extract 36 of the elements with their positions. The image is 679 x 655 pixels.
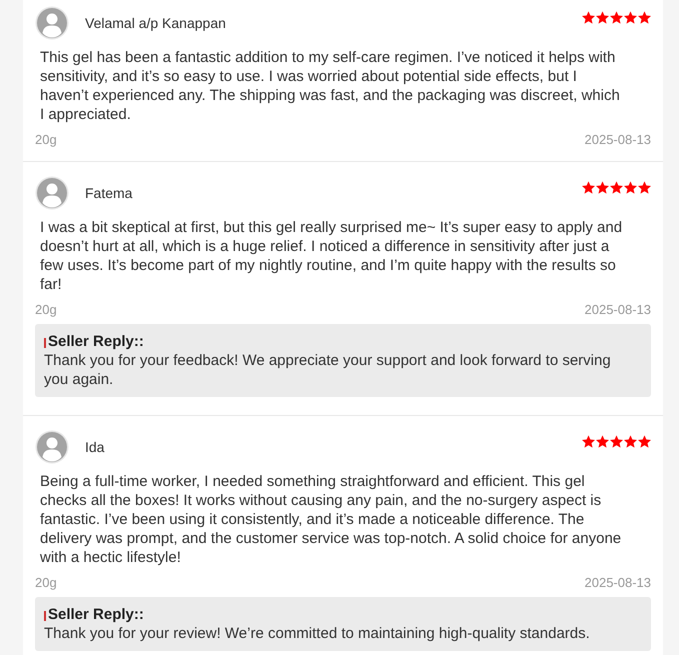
variant-label: 20g	[35, 574, 57, 592]
star-icon	[582, 181, 595, 194]
star-icon	[610, 11, 623, 24]
avatar-icon	[35, 176, 69, 210]
avatar-icon	[35, 430, 69, 464]
review-text: Being a full-time worker, I needed something straightforward and efficient. This gel checks all the boxes! It works without causing any pain, and the no-surgery aspect is fantastic. I’ve been using it consistently, and it’s made a noticeable difference. The delivery was prompt, and the customer service was top-notch. A solid choice for anyone with a hectic lifestyle!	[40, 472, 622, 567]
seller-reply-label: Seller Reply::	[48, 605, 144, 624]
variant-label: 20g	[35, 131, 57, 149]
star-icon	[582, 435, 595, 448]
review-text: I was a bit skeptical at first, but this gel really surprised me~ It’s super easy to apply and doesn’t hurt at all, which is a huge relief. I noticed a difference in sensitivity after just a few uses. It’s become part of my nightly routine, and I’m quite happy with the results so far!	[40, 218, 624, 294]
star-icon	[596, 181, 609, 194]
avatar-icon	[35, 6, 69, 40]
variant-label: 20g	[35, 301, 57, 319]
reviewer-name: Fatema	[85, 184, 132, 202]
star-icon	[624, 181, 637, 194]
reviewer-name: Velamal a/p Kanappan	[85, 14, 226, 32]
accent-bar-icon	[44, 611, 46, 621]
accent-bar-icon	[44, 338, 46, 348]
star-icon	[596, 11, 609, 24]
seller-reply-text: Thank you for your feedback! We appreciate your support and look forward to serving you again.	[44, 351, 612, 389]
review-date: 2025-08-13	[584, 574, 651, 592]
star-icon	[638, 181, 651, 194]
review-date: 2025-08-13	[584, 301, 651, 319]
star-icon	[610, 435, 623, 448]
seller-reply-text: Thank you for your review! We’re committed to maintaining high-quality standards.	[44, 624, 591, 643]
review-text: This gel has been a fantastic addition to my self-care regimen. I’ve noticed it helps with sensitivity, and it’s so easy to use. I was worried about potential side effects, but I haven’t experienced any. The shipping was fast, and the packaging was discreet, which I appreciated.	[40, 48, 621, 124]
star-icon	[624, 435, 637, 448]
star-icon	[582, 11, 595, 24]
star-icon	[596, 435, 609, 448]
review-date: 2025-08-13	[584, 131, 651, 149]
seller-reply-label: Seller Reply::	[48, 332, 144, 351]
star-icon	[638, 435, 651, 448]
reviewer-name: Ida	[85, 438, 104, 456]
star-icon	[638, 11, 651, 24]
star-icon	[610, 181, 623, 194]
star-icon	[624, 11, 637, 24]
